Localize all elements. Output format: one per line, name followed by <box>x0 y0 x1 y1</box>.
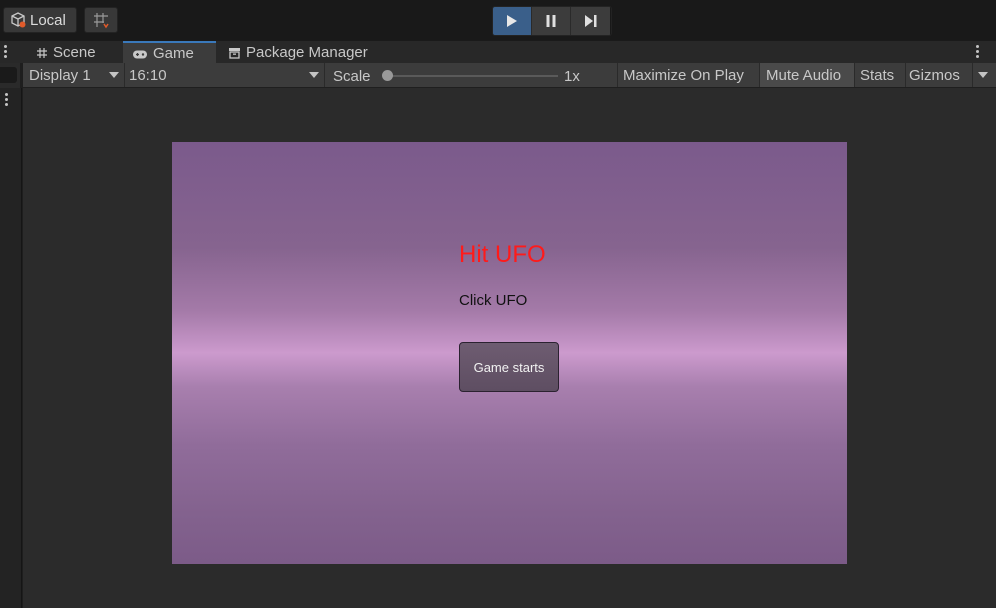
game-instruction: Click UFO <box>459 292 528 309</box>
left-panel-menu-icon[interactable] <box>3 45 7 58</box>
game-canvas[interactable]: Hit UFO Click UFO Game starts <box>172 142 847 564</box>
left-panel-header <box>0 63 20 88</box>
window-tab-bar: Scene Game Package Manager <box>0 40 996 64</box>
aspect-dropdown-label: 16:10 <box>129 66 167 84</box>
grid-snap-icon <box>94 13 109 29</box>
gizmos-label: Gizmos <box>909 66 960 84</box>
scale-value: 1x <box>564 63 614 87</box>
pause-button[interactable] <box>532 7 571 35</box>
aspect-dropdown[interactable]: 16:10 <box>125 63 323 87</box>
stats-label: Stats <box>860 66 895 84</box>
mute-audio-label: Mute Audio <box>766 66 842 84</box>
window-menu-icon[interactable] <box>975 45 979 58</box>
step-button[interactable] <box>571 7 610 35</box>
hash-icon <box>36 47 48 59</box>
gamepad-icon <box>132 48 148 60</box>
tab-package-manager[interactable]: Package Manager <box>216 41 386 64</box>
mute-audio-toggle[interactable]: Mute Audio <box>760 63 854 87</box>
package-icon <box>228 47 241 59</box>
unity-editor: Local Scene Game Package Manager Display… <box>0 0 996 608</box>
game-view-toolbar: Display 1 16:10 Scale 1x Maximize On Pla… <box>23 63 996 88</box>
tab-package-manager-label: Package Manager <box>246 44 368 61</box>
play-icon <box>507 15 517 27</box>
chevron-down-icon <box>309 72 319 78</box>
scale-value-text: 1x <box>564 68 580 85</box>
pause-icon <box>546 15 556 27</box>
start-game-button[interactable]: Game starts <box>459 342 559 392</box>
step-icon <box>584 15 596 27</box>
maximize-on-play-label: Maximize On Play <box>623 66 744 84</box>
tab-game[interactable]: Game <box>123 41 216 64</box>
display-dropdown-label: Display 1 <box>29 66 91 84</box>
chevron-down-icon <box>109 72 119 78</box>
tab-game-label: Game <box>153 45 194 62</box>
main-toolbar: Local <box>0 0 996 40</box>
local-label: Local <box>30 11 66 29</box>
scale-slider-track[interactable] <box>386 75 558 77</box>
left-panel-field[interactable] <box>0 67 17 83</box>
display-dropdown[interactable]: Display 1 <box>23 63 124 87</box>
gizmos-dropdown[interactable] <box>973 63 995 87</box>
left-panel-options-icon[interactable] <box>4 93 8 106</box>
scale-slider-thumb[interactable] <box>382 70 393 81</box>
maximize-on-play-toggle[interactable]: Maximize On Play <box>618 63 759 87</box>
gizmos-toggle[interactable]: Gizmos <box>906 63 972 87</box>
scale-label: Scale <box>333 68 371 85</box>
cube-cloud-icon <box>11 12 26 28</box>
tab-scene-label: Scene <box>53 44 96 61</box>
grid-snap-button[interactable] <box>84 7 118 33</box>
play-button[interactable] <box>493 7 532 35</box>
left-panel <box>0 88 22 608</box>
tab-scene[interactable]: Scene <box>26 41 122 64</box>
stats-toggle[interactable]: Stats <box>855 63 905 87</box>
playmode-controls <box>492 6 612 36</box>
chevron-down-icon <box>978 72 988 78</box>
local-button[interactable]: Local <box>3 7 77 33</box>
game-title: Hit UFO <box>459 241 546 268</box>
